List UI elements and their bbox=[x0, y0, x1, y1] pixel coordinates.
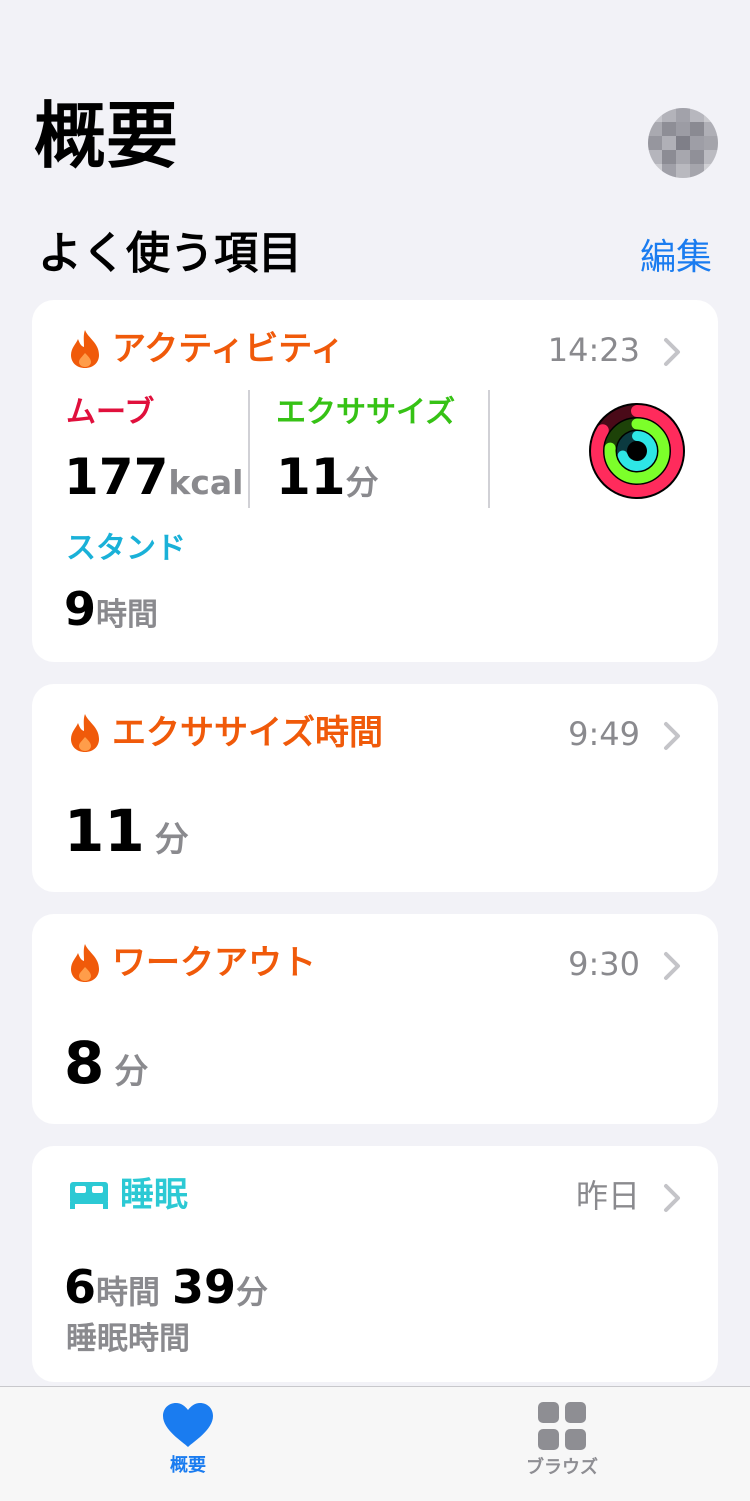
grid-icon bbox=[538, 1402, 586, 1450]
tab-bar: 概要 ブラウズ bbox=[0, 1386, 750, 1501]
divider bbox=[248, 390, 250, 508]
chevron-right-icon bbox=[664, 722, 680, 750]
heart-icon bbox=[163, 1403, 213, 1447]
workout-unit: 分 bbox=[114, 1052, 149, 1092]
stand-number: 9 bbox=[64, 582, 97, 636]
exercise-value: 11 分 bbox=[276, 452, 379, 502]
exercise-unit: 分 bbox=[345, 463, 379, 502]
workout-value: 8 分 bbox=[64, 1034, 148, 1092]
activity-card[interactable]: アクティビティ 14:23 ムーブ 177 kcal エクササイズ 11 分 ス… bbox=[32, 300, 718, 662]
move-number: 177 bbox=[64, 448, 169, 506]
page-title: 概要 bbox=[34, 94, 179, 178]
sleep-hours: 6 bbox=[64, 1260, 97, 1314]
flame-icon bbox=[71, 944, 99, 982]
exercise-time-card[interactable]: エクササイズ時間 9:49 11 分 bbox=[32, 684, 718, 892]
flame-icon bbox=[71, 714, 99, 752]
move-unit: kcal bbox=[168, 463, 244, 502]
chevron-right-icon bbox=[664, 952, 680, 980]
avatar[interactable] bbox=[648, 108, 718, 178]
tab-browse-label: ブラウズ bbox=[526, 1457, 598, 1478]
tab-browse[interactable]: ブラウズ bbox=[502, 1401, 622, 1477]
bed-icon bbox=[70, 1182, 108, 1209]
chevron-right-icon bbox=[664, 338, 680, 366]
exercise-label: エクササイズ bbox=[276, 395, 456, 430]
edit-button[interactable]: 編集 bbox=[640, 240, 712, 276]
stand-unit: 時間 bbox=[96, 597, 159, 633]
exercise-time-time: 9:49 bbox=[568, 715, 640, 753]
sleep-minutes-unit: 分 bbox=[236, 1273, 269, 1311]
activity-rings-icon bbox=[589, 403, 685, 499]
workout-title: ワークアウト bbox=[112, 943, 316, 983]
tab-summary[interactable]: 概要 bbox=[128, 1401, 248, 1475]
workout-card[interactable]: ワークアウト 9:30 8 分 bbox=[32, 914, 718, 1124]
chevron-right-icon bbox=[664, 1184, 680, 1212]
move-value: 177 kcal bbox=[64, 452, 243, 502]
activity-time: 14:23 bbox=[547, 331, 640, 369]
workout-number: 8 bbox=[64, 1029, 105, 1097]
sleep-minutes: 39 bbox=[172, 1260, 237, 1314]
sleep-time: 昨日 bbox=[575, 1177, 640, 1215]
sleep-card[interactable]: 睡眠 昨日 6 時間 39 分 睡眠時間 bbox=[32, 1146, 718, 1382]
exercise-time-value: 11 分 bbox=[64, 802, 189, 860]
activity-title: アクティビティ bbox=[112, 329, 345, 369]
exercise-time-number: 11 bbox=[64, 797, 145, 865]
tab-summary-label: 概要 bbox=[170, 1455, 206, 1476]
sleep-hours-unit: 時間 bbox=[96, 1273, 161, 1311]
flame-icon bbox=[71, 330, 99, 368]
stand-label: スタンド bbox=[66, 531, 186, 566]
sleep-title: 睡眠 bbox=[120, 1175, 188, 1215]
move-label: ムーブ bbox=[66, 395, 155, 430]
sleep-caption: 睡眠時間 bbox=[66, 1321, 190, 1357]
sleep-value: 6 時間 39 分 bbox=[64, 1264, 268, 1310]
stand-value: 9 時間 bbox=[64, 586, 158, 632]
exercise-time-unit: 分 bbox=[154, 820, 189, 860]
divider bbox=[488, 390, 490, 508]
section-title-favorites: よく使う項目 bbox=[38, 228, 302, 279]
exercise-number: 11 bbox=[276, 448, 346, 506]
exercise-time-title: エクササイズ時間 bbox=[112, 713, 383, 753]
workout-time: 9:30 bbox=[568, 945, 640, 983]
